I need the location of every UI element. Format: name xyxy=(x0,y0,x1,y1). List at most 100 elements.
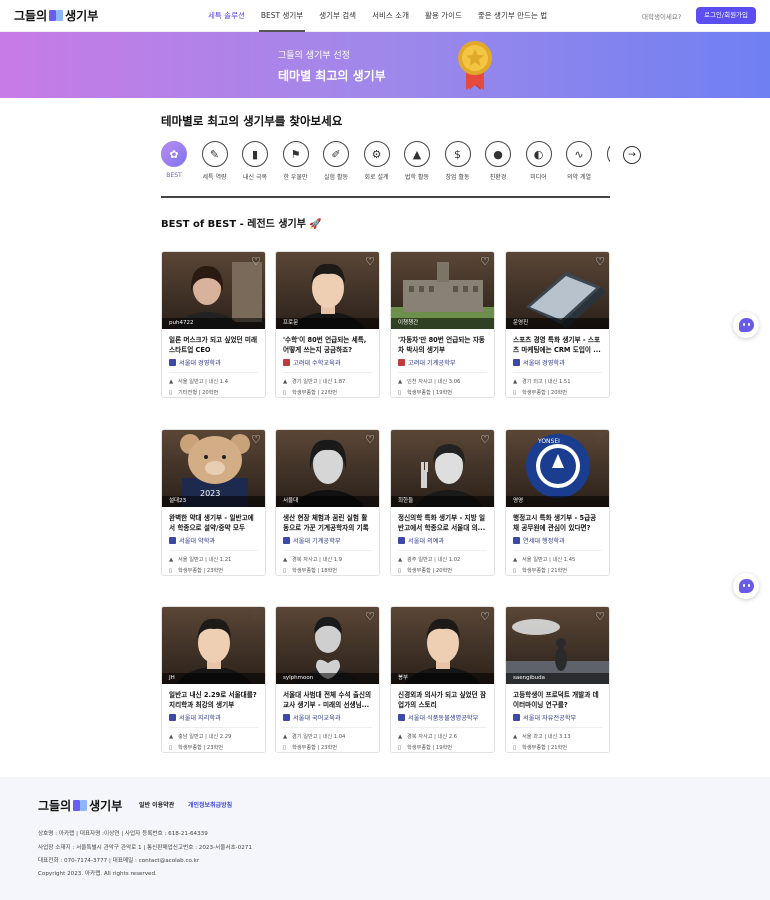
heart-icon[interactable]: ♡ xyxy=(595,433,605,446)
card-image: ♡ saengibuda xyxy=(506,607,609,684)
chatbot-button[interactable] xyxy=(733,573,759,599)
arrow-right-icon[interactable]: → xyxy=(623,146,641,164)
admission-text: 기타전형 | 20학번 xyxy=(178,390,219,396)
card-region-grade: ▲ 경기 외고 | 내신 1.51 xyxy=(513,378,602,386)
heart-icon[interactable]: ♡ xyxy=(365,610,375,623)
heart-icon[interactable]: ♡ xyxy=(251,433,261,446)
author-tag: JH xyxy=(162,673,265,684)
school-name: 고려대 수학교육과 xyxy=(293,360,341,367)
chatbot-icon xyxy=(738,318,754,332)
school-emblem-icon xyxy=(283,714,290,721)
profile-card[interactable]: ♡ 이챙챙간 '자동차'만 80번 언급되는 자동차 박사의 생기부 고려대 기계공학… xyxy=(390,251,495,398)
heart-icon[interactable]: ♡ xyxy=(480,255,490,268)
card-region-grade: ▲ 경북 자사고 | 내신 1.9 xyxy=(283,556,372,564)
nav-item[interactable]: 세특 솔루션 xyxy=(200,0,253,32)
card-separator xyxy=(283,727,372,728)
nav-item[interactable]: 활용 가이드 xyxy=(417,0,470,32)
login-signup-button[interactable]: 로그인/회원가입 xyxy=(696,7,756,24)
heart-icon[interactable]: ♡ xyxy=(251,255,261,268)
author-tag: 서울대 xyxy=(276,496,379,507)
school-label: 서울대 지리학과 xyxy=(169,713,258,722)
main-nav: 세특 솔루션 BEST 생기부 생기부 검색 서비스 소개 활용 가이드 좋은 생기부 만… xyxy=(200,0,555,32)
heart-icon[interactable]: ♡ xyxy=(251,610,261,623)
profile-card[interactable]: YONSEI ♡ 영영 행정고시 특화 생기부 - 5급공채 공무원에 관심이 있다면… xyxy=(505,429,610,576)
footer-contact: 대표전화 : 070-7174-3777 | 대표메일 : contact@ac… xyxy=(38,858,200,864)
theme-item[interactable]: ● 친환경 xyxy=(478,141,518,181)
admission-text: 학생부종합 | 23학번 xyxy=(292,745,338,751)
school-name: 서울대 자유전공학부 xyxy=(523,715,577,722)
medal-icon xyxy=(458,41,492,90)
theme-item[interactable]: ▮ 내신 극복 xyxy=(235,141,275,181)
profile-card[interactable]: ♡ 운영진스포츠 경영 특화 생기부 - 스포츠 마케팅에는 CRM 도입이 ..… xyxy=(505,251,610,398)
card-separator xyxy=(513,550,602,551)
college-student-link[interactable]: 대학생이세요? xyxy=(642,11,681,21)
heart-icon[interactable]: ♡ xyxy=(595,610,605,623)
profile-card[interactable]: ♡ 희한들 정신의학 특화 생기부 - 지방 일반고에서 학종으로 서울대 의...… xyxy=(390,429,495,576)
book-logo-icon xyxy=(49,10,64,21)
nav-item[interactable]: 좋은 생기부 만드는 법 xyxy=(470,0,555,32)
theme-icon: ▲ xyxy=(404,141,430,167)
theme-item[interactable]: ∿ 의약 계열 xyxy=(559,141,599,181)
card-image: ♡ 서울대 xyxy=(276,430,379,507)
school-label: 서울대 기계공학부 xyxy=(283,536,372,545)
card-admission-type: ▯ 학생부종합 | 20학번 xyxy=(513,389,602,397)
card-image: ♡ 운영진 xyxy=(506,252,609,329)
privacy-link[interactable]: 개인정보취급방침 xyxy=(188,800,232,809)
profile-card[interactable]: 2023 ♡ 설대23 완벽한 약대 생기부 - 일반고에서 학종으로 설약/중약 모… xyxy=(161,429,266,576)
card-separator xyxy=(283,372,372,373)
card-image: ♡ puh4722 xyxy=(162,252,265,329)
theme-item[interactable]: $ 창업 활동 xyxy=(438,141,478,181)
card-title: 완벽한 약대 생기부 - 일반고에서 학종으로 설약/중약 모두 합... xyxy=(169,514,254,532)
site-logo[interactable]: 그들의 생기부 xyxy=(14,7,98,24)
heart-icon[interactable]: ♡ xyxy=(480,610,490,623)
heart-icon[interactable]: ♡ xyxy=(365,433,375,446)
theme-label: 실험 활동 xyxy=(324,174,348,181)
heart-icon[interactable]: ♡ xyxy=(365,255,375,268)
heart-icon[interactable]: ♡ xyxy=(595,255,605,268)
nav-item[interactable]: BEST 생기부 xyxy=(253,0,311,32)
heart-icon[interactable]: ♡ xyxy=(480,433,490,446)
theme-icon: ∿ xyxy=(566,141,592,167)
profile-card[interactable]: ♡ sylphmoon 서울대 사범대 전체 수석 출신의 교사 생기부 - 미래의… xyxy=(275,606,380,753)
hero-banner: 그들의 생기부 선정 테마별 최고의 생기부 xyxy=(0,32,770,98)
book-icon: ▯ xyxy=(169,567,173,574)
profile-card[interactable]: ♡ 봉부 신경외과 의사가 되고 싶었던 잠업가의 스토리 서울대 식품동물생명공학부… xyxy=(390,606,495,753)
profile-card[interactable]: ♡ 프로문 '수학'이 80번 언급되는 세특, 어떻게 쓰는지 궁금하죠? 고려대 … xyxy=(275,251,380,398)
book-icon: ▯ xyxy=(398,744,402,751)
theme-item[interactable]: ✿ BEST xyxy=(161,141,194,179)
graduation-cap-icon: ▲ xyxy=(513,556,518,563)
region-text: 서울 일반고 | 내신 1.45 xyxy=(522,557,576,563)
theme-item[interactable]: ✎ 세특 역량 xyxy=(195,141,235,181)
card-title: 스포츠 경영 특화 생기부 - 스포츠 마케팅에는 CRM 도입이 ... xyxy=(513,336,601,354)
theme-label: 기 xyxy=(600,172,611,181)
school-label: 서울대 경영학과 xyxy=(513,358,602,367)
nav-item[interactable]: 생기부 검색 xyxy=(311,0,364,32)
region-text: 충남 일반고 | 내신 2.29 xyxy=(178,734,232,740)
theme-item[interactable]: ✐ 실험 활동 xyxy=(316,141,356,181)
profile-card[interactable]: ♡ 서울대 생산 현장 체험과 꿈린 실험 활동으로 가꾼 기계공학자의 기록 서울대… xyxy=(275,429,380,576)
card-title: 일론 머스크가 되고 싶었던 미래 스타트업 CEO xyxy=(169,336,258,354)
profile-card[interactable]: ♡ JH 일반고 내신 2.29로 서울대를? 지리학과 최강의 생기부 서울대 지리… xyxy=(161,606,266,753)
theme-item[interactable]: ⚑ 한 우물만 xyxy=(276,141,316,181)
logo-text-right: 생기부 xyxy=(65,9,99,23)
footer-logo-left: 그들의 xyxy=(38,799,72,813)
profile-card[interactable]: ♡ puh4722 일론 머스크가 되고 싶었던 미래 스타트업 CEO 서울대 경영… xyxy=(161,251,266,398)
theme-item[interactable]: ▲ 법학 활동 xyxy=(397,141,437,181)
school-name: 서울대 경영학과 xyxy=(523,360,565,367)
profile-card[interactable]: ♡ saengibuda 고등학생이 프로덕트 개발과 데이터마이닝 연구를? 서울대… xyxy=(505,606,610,753)
theme-item[interactable]: ◐ 미디어 xyxy=(519,141,559,181)
theme-icon: ⚑ xyxy=(282,141,309,167)
footer-logo[interactable]: 그들의 생기부 xyxy=(38,797,122,814)
terms-link[interactable]: 일반 이용약관 xyxy=(139,800,174,809)
theme-item[interactable]: ⚙ 회로 설계 xyxy=(357,141,397,181)
nav-item[interactable]: 서비스 소개 xyxy=(364,0,417,32)
chatbot-button[interactable] xyxy=(733,312,759,338)
theme-item[interactable]: ○기 xyxy=(600,141,611,181)
book-icon: ▯ xyxy=(513,567,517,574)
card-image: ♡ 봉부 xyxy=(391,607,494,684)
school-name: 서울대 국어교육과 xyxy=(293,715,341,722)
region-text: 경북 자사고 | 내신 1.9 xyxy=(292,557,343,563)
region-text: 서울 과고 | 내신 3.13 xyxy=(522,734,571,740)
region-text: 경북 자사고 | 내신 2.6 xyxy=(407,734,458,740)
school-name: 서울대 식품동물생명공학부 xyxy=(408,715,479,722)
